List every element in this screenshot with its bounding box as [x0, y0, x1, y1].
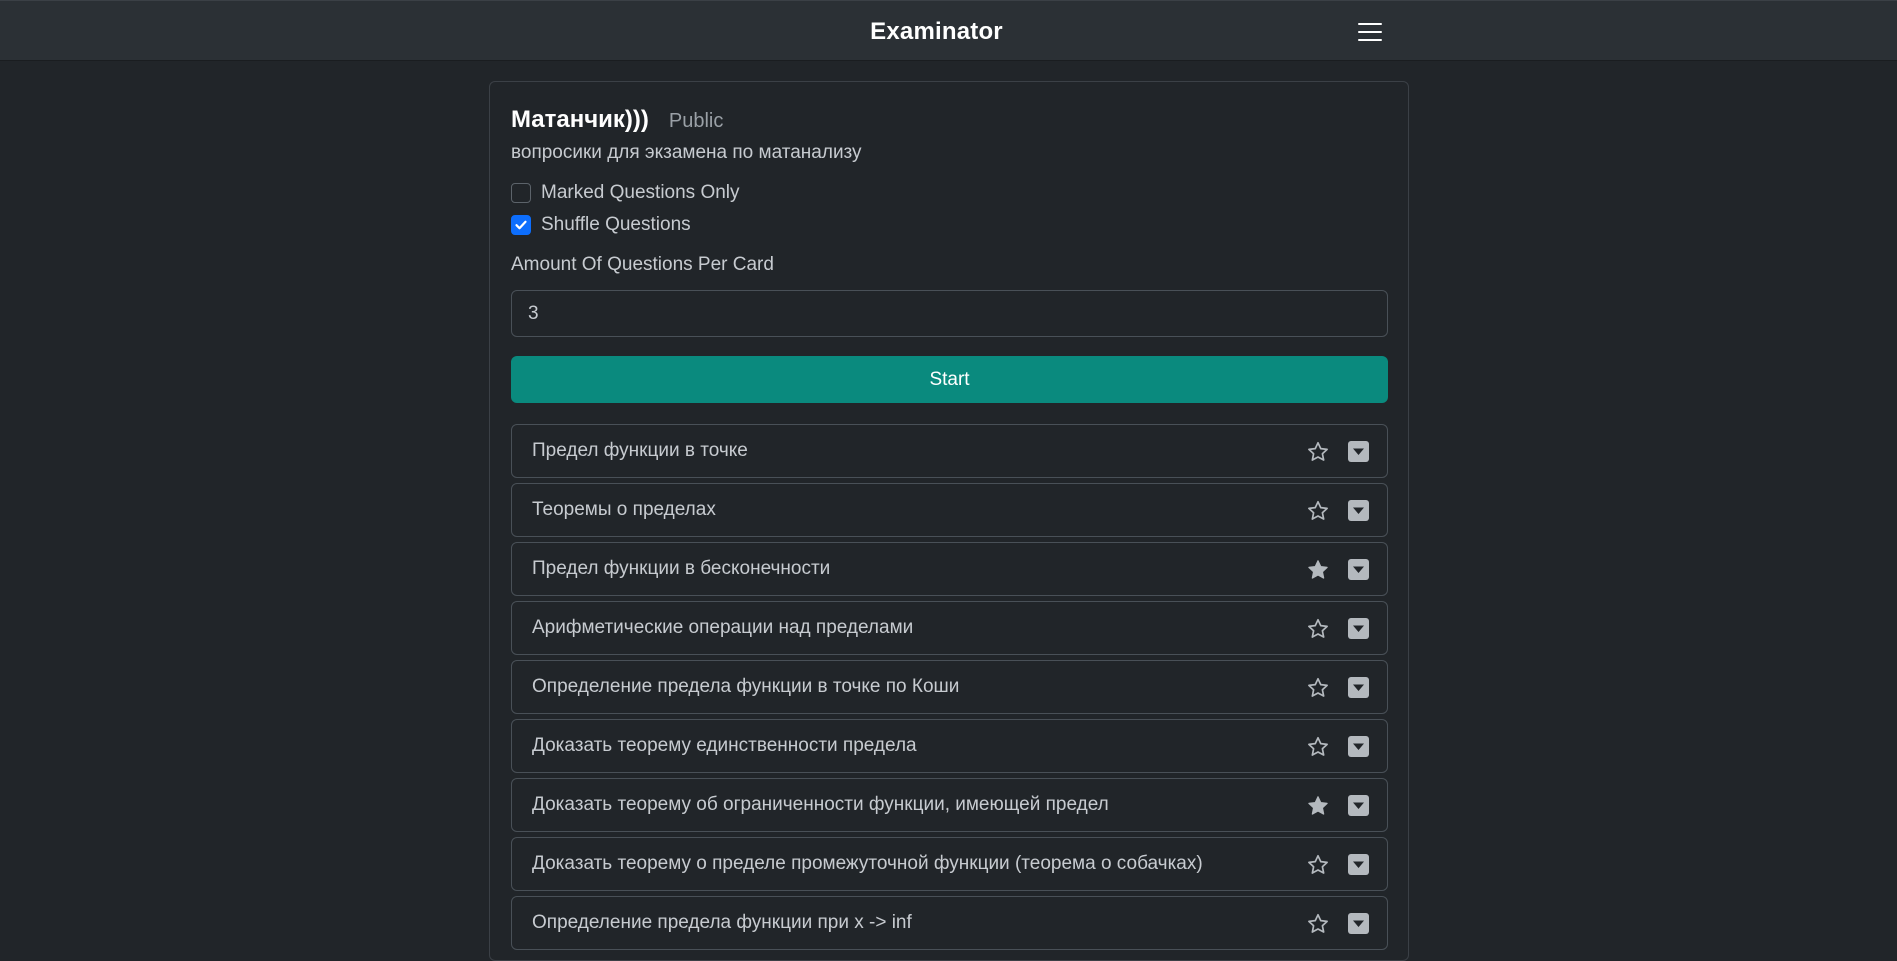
shuffle-checkbox[interactable] [511, 215, 531, 235]
navbar: Examinator [0, 0, 1897, 61]
question-text: Определение предела функции при x -> inf [532, 912, 912, 933]
marked-only-checkbox[interactable] [511, 183, 531, 203]
star-outline-icon[interactable] [1306, 735, 1330, 759]
star-filled-icon[interactable] [1306, 558, 1330, 582]
check-icon [515, 220, 527, 230]
question-text: Доказать теорему единственности предела [532, 735, 917, 756]
question-item[interactable]: Теоремы о пределах [511, 483, 1388, 537]
marked-only-label: Marked Questions Only [541, 182, 740, 203]
question-item[interactable]: Доказать теорему об ограниченности функц… [511, 778, 1388, 832]
deck-card: Матанчик))) Public вопросики для экзамен… [489, 81, 1409, 961]
question-item[interactable]: Определение предела функции при x -> inf [511, 896, 1388, 950]
star-outline-icon[interactable] [1306, 617, 1330, 641]
question-text: Доказать теорему о пределе промежуточной… [532, 853, 1203, 874]
caret-down-square-icon[interactable] [1348, 913, 1369, 934]
start-button[interactable]: Start [511, 356, 1388, 403]
question-item[interactable]: Предел функции в бесконечности [511, 542, 1388, 596]
menu-toggle-button[interactable] [1355, 18, 1385, 46]
question-text: Теоремы о пределах [532, 499, 716, 520]
star-outline-icon[interactable] [1306, 499, 1330, 523]
deck-title: Матанчик))) [511, 106, 649, 133]
question-item[interactable]: Доказать теорему единственности предела [511, 719, 1388, 773]
caret-down-square-icon[interactable] [1348, 736, 1369, 757]
caret-down-square-icon[interactable] [1348, 677, 1369, 698]
star-outline-icon[interactable] [1306, 440, 1330, 464]
question-item[interactable]: Арифметические операции над пределами [511, 601, 1388, 655]
question-item[interactable]: Предел функции в точке [511, 424, 1388, 478]
question-text: Предел функции в бесконечности [532, 558, 831, 579]
amount-input[interactable] [511, 290, 1388, 337]
app-title[interactable]: Examinator [0, 18, 1873, 46]
question-text: Арифметические операции над пределами [532, 617, 914, 638]
question-item[interactable]: Доказать теорему о пределе промежуточной… [511, 837, 1388, 891]
question-text: Доказать теорему об ограниченности функц… [532, 794, 1109, 815]
caret-down-square-icon[interactable] [1348, 559, 1369, 580]
caret-down-square-icon[interactable] [1348, 854, 1369, 875]
star-outline-icon[interactable] [1306, 853, 1330, 877]
caret-down-square-icon[interactable] [1348, 441, 1369, 462]
marked-only-option[interactable]: Marked Questions Only [511, 182, 740, 204]
caret-down-square-icon[interactable] [1348, 795, 1369, 816]
shuffle-label: Shuffle Questions [541, 214, 691, 235]
star-outline-icon[interactable] [1306, 676, 1330, 700]
star-outline-icon[interactable] [1306, 912, 1330, 936]
question-item[interactable]: Определение предела функции в точке по К… [511, 660, 1388, 714]
caret-down-square-icon[interactable] [1348, 500, 1369, 521]
question-text: Предел функции в точке [532, 440, 748, 461]
deck-description: вопросики для экзамена по матанализу [511, 142, 862, 163]
caret-down-square-icon[interactable] [1348, 618, 1369, 639]
question-list: Предел функции в точке Теоремы о пределах… [511, 424, 1388, 955]
question-text: Определение предела функции в точке по К… [532, 676, 960, 697]
visibility-badge: Public [668, 110, 724, 132]
deck-header: Матанчик))) Public [511, 106, 723, 134]
star-filled-icon[interactable] [1306, 794, 1330, 818]
shuffle-option[interactable]: Shuffle Questions [511, 214, 691, 236]
amount-label: Amount Of Questions Per Card [511, 254, 774, 275]
